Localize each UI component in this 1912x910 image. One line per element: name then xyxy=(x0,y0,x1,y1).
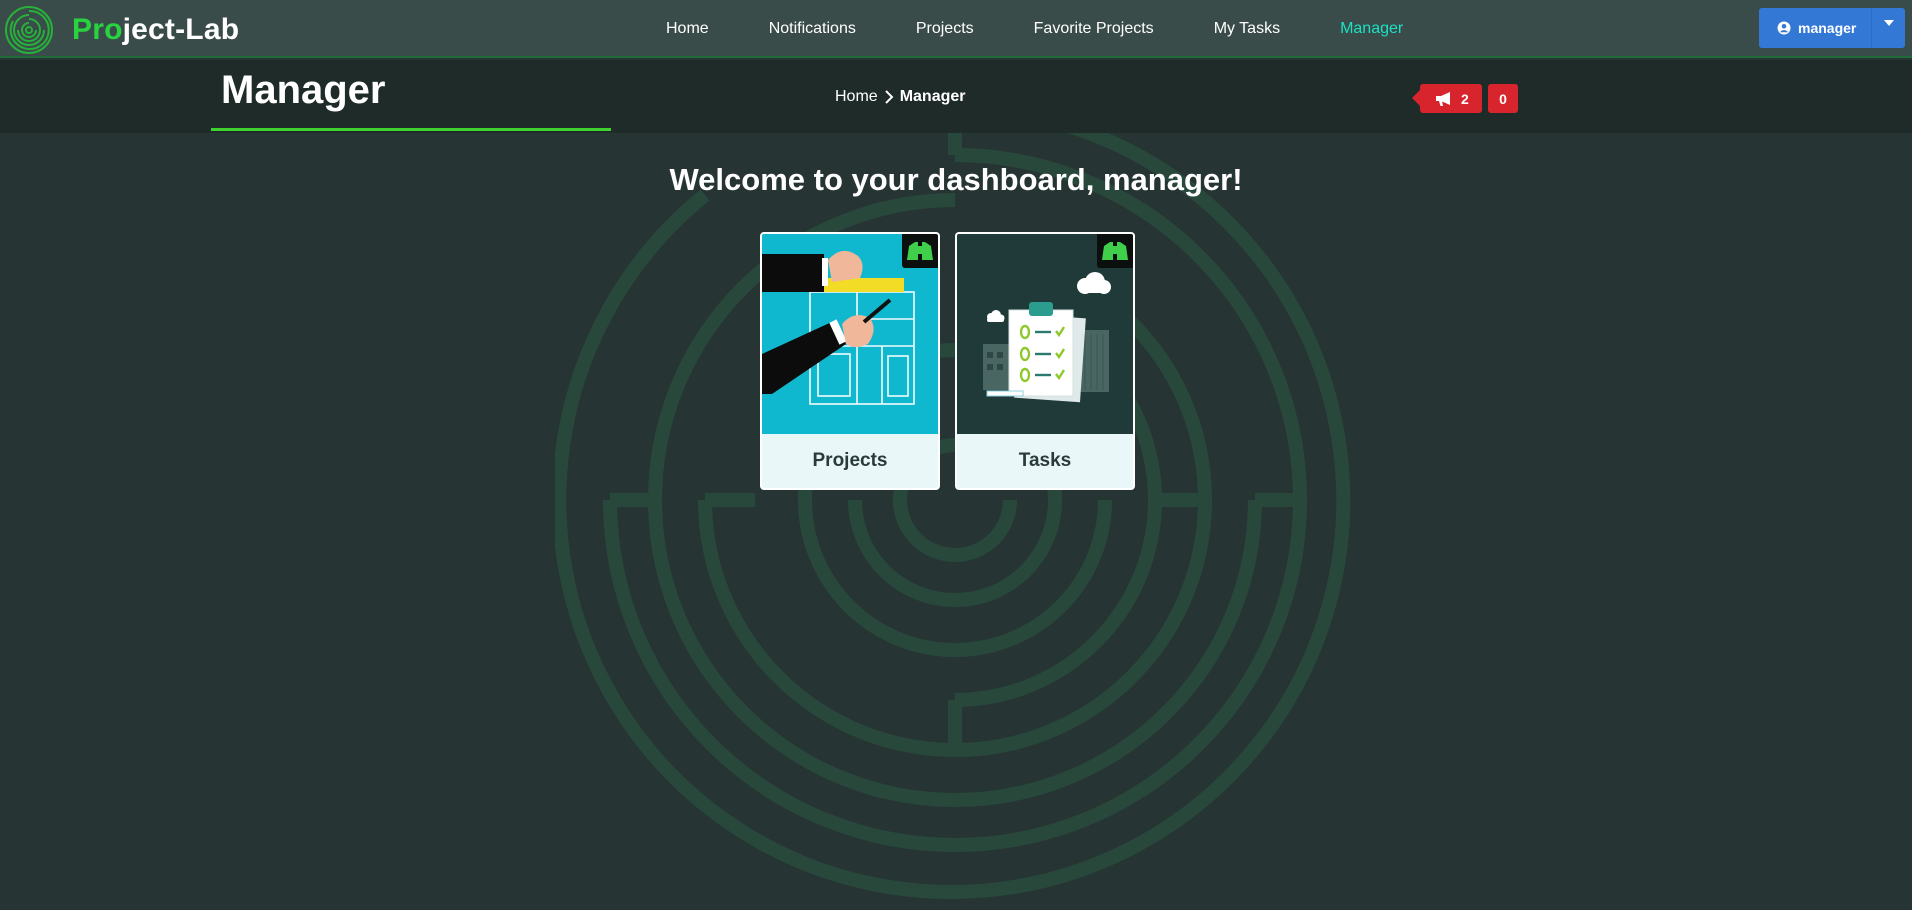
caret-down-icon xyxy=(1883,20,1894,26)
page-header: Manager Home Manager 2 0 xyxy=(0,60,1912,133)
title-underline xyxy=(211,128,611,131)
projects-card-label: Projects xyxy=(812,450,888,471)
megaphone-icon xyxy=(1436,91,1450,106)
nav-projects[interactable]: Projects xyxy=(916,20,974,38)
breadcrumb: Home Manager xyxy=(835,88,965,106)
announcements-badge[interactable]: 2 xyxy=(1412,84,1482,113)
chevron-right-icon xyxy=(884,90,894,104)
projects-card[interactable]: Projects xyxy=(760,232,940,490)
main-nav: Home Notifications Projects Favorite Pro… xyxy=(636,0,1403,58)
user-menu-main[interactable]: manager xyxy=(1759,8,1871,48)
top-navbar: Project-Lab Home Notifications Projects … xyxy=(0,0,1912,58)
tasks-card-label: Tasks xyxy=(1018,450,1072,471)
binoculars-icon[interactable] xyxy=(1097,234,1133,268)
nav-home[interactable]: Home xyxy=(666,20,709,38)
nav-favorite-projects[interactable]: Favorite Projects xyxy=(1034,20,1154,38)
nav-my-tasks[interactable]: My Tasks xyxy=(1214,20,1280,38)
binoculars-glyph xyxy=(907,242,933,260)
breadcrumb-current: Manager xyxy=(899,88,966,105)
brand-name-part1: Pro xyxy=(72,13,123,46)
breadcrumb-home[interactable]: Home xyxy=(835,88,878,106)
user-menu-label: manager xyxy=(1798,20,1857,36)
announcements-count: 2 xyxy=(1461,90,1469,107)
user-circle-icon xyxy=(1777,21,1791,35)
brand[interactable]: Project-Lab xyxy=(4,5,239,55)
user-menu-dropdown-toggle[interactable] xyxy=(1871,8,1905,48)
page-title: Manager xyxy=(221,68,386,112)
alerts-badge[interactable]: 0 xyxy=(1488,84,1518,113)
maze-logo-icon xyxy=(5,6,53,54)
tasks-card[interactable]: Tasks xyxy=(955,232,1135,490)
binoculars-glyph xyxy=(1102,242,1128,260)
background-maze-graphic xyxy=(555,101,1351,899)
header-badges: 2 0 xyxy=(1412,84,1518,113)
user-menu-button[interactable]: manager xyxy=(1759,8,1905,48)
brand-name-part2: ject-Lab xyxy=(122,13,240,46)
nav-manager[interactable]: Manager xyxy=(1340,20,1403,38)
welcome-heading: Welcome to your dashboard, manager! xyxy=(669,162,1243,197)
binoculars-icon[interactable] xyxy=(902,234,938,268)
brand-name: Project-Lab xyxy=(72,13,239,47)
nav-notifications[interactable]: Notifications xyxy=(769,20,856,38)
